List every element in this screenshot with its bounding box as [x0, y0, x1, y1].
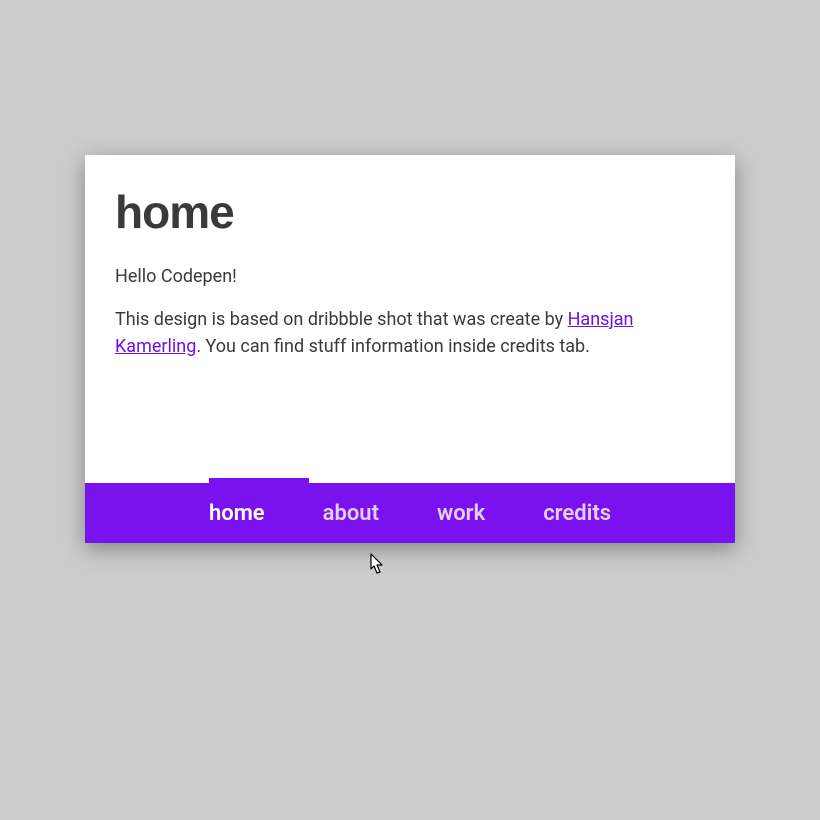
tab-bar: home about work credits	[85, 483, 735, 543]
pointer-cursor-icon	[364, 553, 386, 579]
description-suffix: . You can find stuff information inside …	[196, 336, 590, 357]
tab-about[interactable]: about	[317, 485, 385, 542]
card: home Hello Codepen! This design is based…	[85, 155, 735, 543]
tab-work[interactable]: work	[431, 485, 491, 542]
content-area: home Hello Codepen! This design is based…	[85, 155, 735, 483]
page-title: home	[115, 185, 705, 239]
tab-credits[interactable]: credits	[537, 485, 617, 542]
greeting-text: Hello Codepen!	[115, 263, 705, 290]
tab-home[interactable]: home	[203, 485, 271, 542]
description-text: This design is based on dribbble shot th…	[115, 306, 705, 360]
active-tab-indicator	[209, 478, 309, 483]
description-prefix: This design is based on dribbble shot th…	[115, 309, 568, 330]
